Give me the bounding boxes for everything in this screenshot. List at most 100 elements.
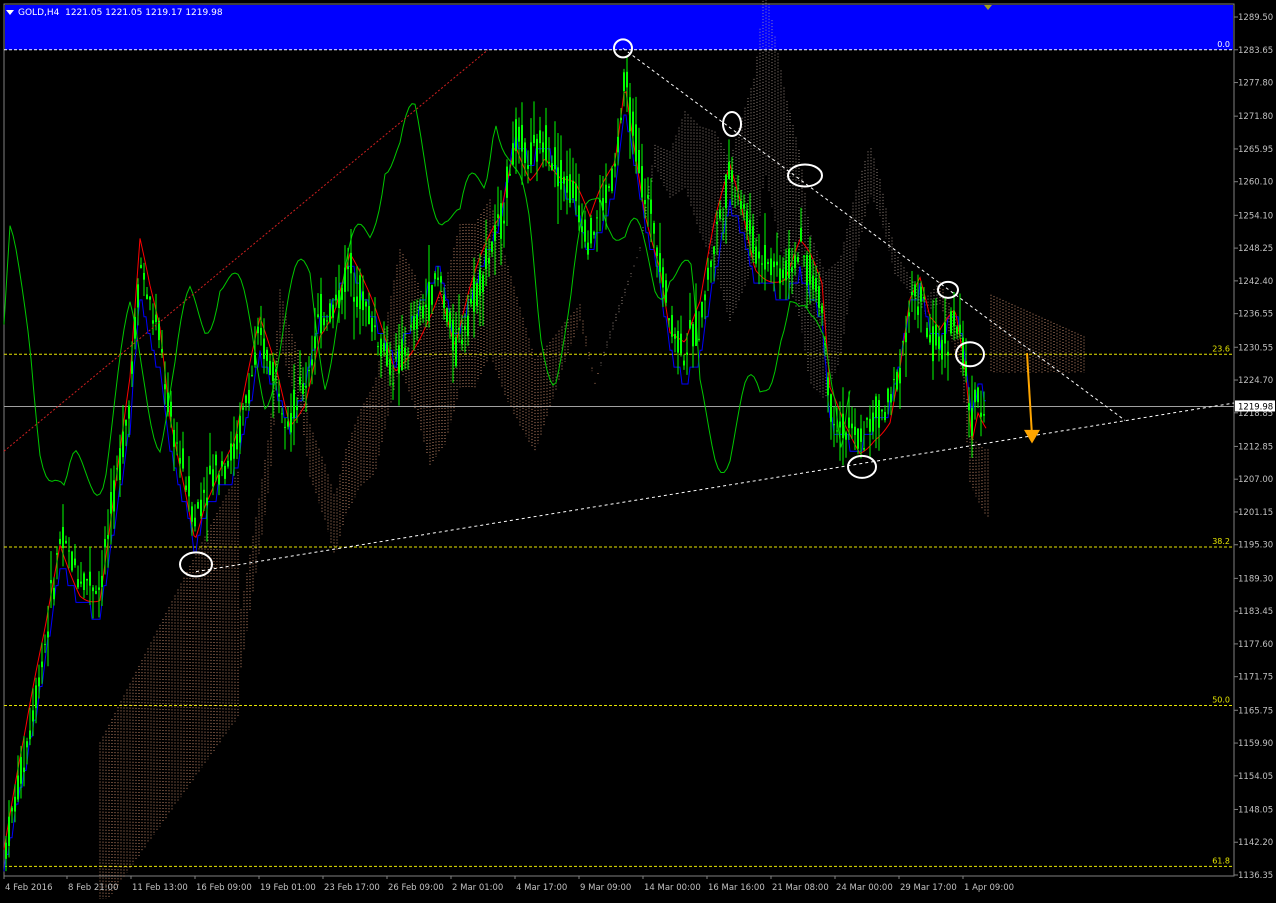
candle-body xyxy=(923,296,925,299)
candle-body xyxy=(506,166,508,198)
candle-body xyxy=(488,257,490,264)
price-tick-label: 1236.55 xyxy=(1238,310,1273,320)
candle-body xyxy=(722,218,724,220)
candle-body xyxy=(944,322,946,344)
candle-body xyxy=(428,281,430,321)
candle-body xyxy=(671,315,673,337)
candle-body xyxy=(344,267,346,292)
candle-body xyxy=(347,266,349,270)
candle-body xyxy=(770,258,772,276)
candle-body xyxy=(677,330,679,353)
candle-body xyxy=(44,643,46,645)
candle-body xyxy=(206,497,208,506)
candle-body xyxy=(623,72,625,92)
candle-body xyxy=(17,775,19,800)
candle-body xyxy=(209,465,211,475)
candle-body xyxy=(566,175,568,193)
candle-body xyxy=(227,460,229,467)
candle-body xyxy=(638,149,640,174)
candle-body xyxy=(737,195,739,197)
candle-body xyxy=(953,311,955,327)
candle-body xyxy=(527,165,529,169)
dropdown-triangle-icon[interactable] xyxy=(6,10,14,15)
candle-body xyxy=(929,334,931,343)
candle-body xyxy=(356,296,358,307)
price-chart[interactable]: 0.0 23.6 38.2 50.0 61.8 1289.50 1283.65 1277.80… xyxy=(0,0,1276,903)
candle-body xyxy=(5,842,7,859)
candle-body xyxy=(899,367,901,384)
candle-body xyxy=(509,173,511,176)
candle-body xyxy=(194,517,196,527)
candle-body xyxy=(374,325,376,328)
candle-body xyxy=(125,419,127,426)
candle-body xyxy=(839,421,841,428)
candle-body xyxy=(827,377,829,396)
candle-body xyxy=(914,284,916,297)
candle-body xyxy=(335,294,337,301)
candle-body xyxy=(830,394,832,422)
candle-body xyxy=(14,796,16,812)
candle-body xyxy=(812,275,814,290)
candle-body xyxy=(851,423,853,429)
time-tick-label: 16 Feb 09:00 xyxy=(196,883,252,893)
candle-body xyxy=(221,460,223,467)
candle-body xyxy=(539,130,541,144)
candle-body xyxy=(146,294,148,299)
candle-body xyxy=(59,538,61,544)
candle-body xyxy=(449,312,451,328)
candle-body xyxy=(644,199,646,205)
candle-body xyxy=(713,246,715,255)
fib-levels: 0.0 23.6 38.2 50.0 61.8 xyxy=(4,40,1234,867)
candle-body xyxy=(833,424,835,426)
candle-body xyxy=(71,551,73,571)
candle-body xyxy=(518,126,520,142)
candle-body xyxy=(569,174,571,203)
candle-body xyxy=(242,407,244,410)
candle-body xyxy=(686,352,688,355)
candle-body xyxy=(857,428,859,449)
candle-body xyxy=(128,405,130,419)
candle-body xyxy=(173,429,175,447)
candle-body xyxy=(455,337,457,366)
chart-area[interactable]: 0.0 23.6 38.2 50.0 61.8 1289.50 1283.65 1277.80… xyxy=(0,0,1276,903)
candle-body xyxy=(530,142,532,165)
candle-body xyxy=(233,443,235,459)
candle-body xyxy=(920,286,922,302)
price-tick-label: 1224.70 xyxy=(1238,376,1273,386)
candle-body xyxy=(515,119,517,152)
candle-body xyxy=(314,336,316,349)
candle-body xyxy=(215,454,217,466)
candle-body xyxy=(602,198,604,211)
candle-body xyxy=(665,280,667,303)
candle-body xyxy=(650,199,652,214)
candle-body xyxy=(716,222,718,224)
candle-body xyxy=(884,411,886,421)
price-tick-label: 1159.90 xyxy=(1238,739,1273,749)
candle-body xyxy=(965,361,967,377)
candle-body xyxy=(845,432,847,440)
candle-body xyxy=(290,413,292,433)
candle-body xyxy=(548,161,550,164)
candle-body xyxy=(389,358,391,375)
candle-body xyxy=(422,305,424,319)
candle-body xyxy=(821,305,823,314)
candle-body xyxy=(551,163,553,171)
candle-body xyxy=(266,349,268,361)
candle-body xyxy=(104,539,106,548)
candle-body xyxy=(824,343,826,345)
symbol-label: GOLD,H4 xyxy=(18,8,60,18)
swing-circle xyxy=(787,163,823,188)
candle-body xyxy=(947,351,949,356)
current-price-label: 1219.98 xyxy=(1238,402,1273,412)
candle-body xyxy=(368,306,370,325)
candle-body xyxy=(8,816,10,846)
candle-body xyxy=(779,268,781,284)
candle-body xyxy=(872,412,874,432)
candle-body xyxy=(350,252,352,274)
candle-body xyxy=(692,324,694,347)
time-tick-label: 4 Mar 17:00 xyxy=(516,883,567,893)
candle-body xyxy=(407,354,409,356)
chikou-line xyxy=(3,103,851,496)
candle-body xyxy=(86,578,88,581)
candle-body xyxy=(29,730,31,740)
